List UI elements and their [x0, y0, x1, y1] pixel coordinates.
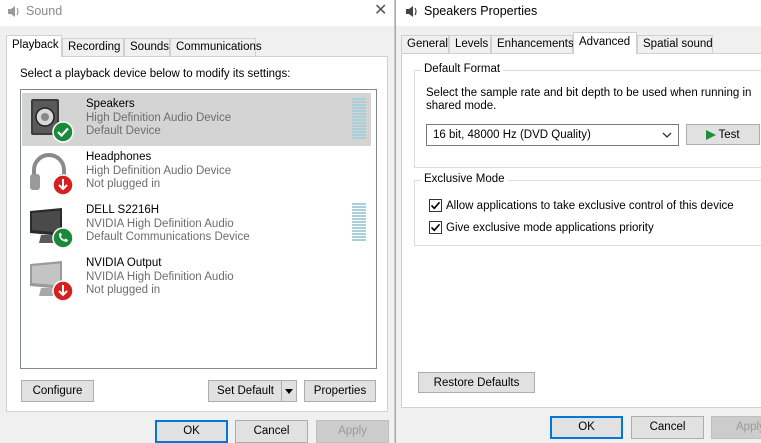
play-icon — [706, 130, 716, 140]
allow-exclusive-checkbox[interactable] — [429, 199, 442, 212]
check-badge-icon — [52, 121, 74, 143]
set-default-dropdown[interactable] — [281, 380, 297, 402]
format-select[interactable]: 16 bit, 48000 Hz (DVD Quality) — [426, 124, 679, 146]
tab-spatial-sound[interactable]: Spatial sound — [637, 35, 713, 54]
format-selected-value: 16 bit, 48000 Hz (DVD Quality) — [433, 129, 591, 141]
set-default-button[interactable]: Set Default — [208, 380, 283, 402]
tab-recording[interactable]: Recording — [62, 38, 124, 57]
properties-button[interactable]: Properties — [304, 380, 376, 402]
device-name: DELL S2216H — [86, 204, 160, 216]
device-status: Default Device — [86, 125, 161, 137]
cancel-button[interactable]: Cancel — [235, 420, 308, 443]
exclusive-priority-label[interactable]: Give exclusive mode applications priorit… — [446, 222, 654, 234]
list-item[interactable]: NVIDIA Output NVIDIA High Definition Aud… — [22, 252, 371, 305]
device-status: Default Communications Device — [86, 231, 250, 243]
level-meter — [352, 98, 366, 140]
default-format-description: Select the sample rate and bit depth to … — [426, 87, 752, 112]
tab-sounds[interactable]: Sounds — [124, 38, 170, 57]
ok-button[interactable]: OK — [155, 420, 228, 443]
tab-enhancements[interactable]: Enhancements — [491, 35, 574, 54]
sound-tabs: Playback Recording Sounds Communications — [6, 35, 386, 57]
checkmark-icon — [430, 201, 441, 210]
list-item[interactable]: Speakers High Definition Audio Device De… — [22, 93, 371, 146]
speakers-properties-window: Speakers Properties General Levels Enhan… — [395, 0, 761, 443]
restore-defaults-button[interactable]: Restore Defaults — [418, 372, 535, 393]
sound-window: Sound ✕ Playback Recording Sounds Commun… — [0, 0, 395, 443]
speaker-icon — [8, 6, 19, 17]
device-list[interactable]: Speakers High Definition Audio Device De… — [20, 89, 377, 369]
instruction-text: Select a playback device below to modify… — [20, 68, 291, 80]
configure-button[interactable]: Configure — [21, 380, 94, 402]
phone-badge-icon — [52, 227, 74, 249]
default-format-heading: Default Format — [421, 63, 504, 75]
level-meter — [352, 203, 366, 242]
device-status: Not plugged in — [86, 178, 161, 190]
device-name: NVIDIA Output — [86, 257, 162, 269]
list-item[interactable]: DELL S2216H NVIDIA High Definition Audio… — [22, 199, 371, 252]
tab-playback[interactable]: Playback — [6, 35, 62, 57]
device-name: Speakers — [86, 98, 135, 110]
unplugged-badge-icon — [52, 280, 74, 302]
tab-levels[interactable]: Levels — [449, 35, 491, 54]
ok-button[interactable]: OK — [550, 416, 623, 439]
allow-exclusive-label[interactable]: Allow applications to take exclusive con… — [446, 200, 734, 212]
tab-communications[interactable]: Communications — [170, 38, 262, 57]
device-status: Not plugged in — [86, 284, 161, 296]
properties-tabs: General Levels Enhancements Advanced Spa… — [401, 32, 761, 54]
exclusive-mode-group: Exclusive Mode Allow applications to tak… — [414, 173, 761, 246]
unplugged-badge-icon — [52, 174, 74, 196]
chevron-down-icon — [285, 389, 293, 394]
apply-button[interactable]: Apply — [316, 420, 389, 443]
device-name: Headphones — [86, 151, 152, 163]
advanced-panel: Default Format Select the sample rate an… — [401, 53, 761, 408]
speaker-icon — [406, 6, 417, 17]
device-description: NVIDIA High Definition Audio — [86, 218, 234, 230]
tab-advanced[interactable]: Advanced — [573, 32, 637, 54]
chevron-down-icon — [662, 132, 672, 138]
default-format-group: Default Format Select the sample rate an… — [414, 63, 761, 168]
device-description: High Definition Audio Device — [86, 165, 232, 177]
sound-titlebar: Sound ✕ — [0, 0, 394, 26]
close-icon[interactable]: ✕ — [374, 2, 387, 20]
checkmark-icon — [430, 223, 441, 232]
cancel-button[interactable]: Cancel — [631, 416, 704, 439]
properties-title: Speakers Properties — [424, 4, 538, 18]
test-button-label: Test — [718, 129, 740, 141]
exclusive-priority-checkbox[interactable] — [429, 221, 442, 234]
apply-button[interactable]: Apply — [711, 416, 761, 439]
exclusive-mode-heading: Exclusive Mode — [421, 173, 508, 185]
device-description: High Definition Audio Device — [86, 112, 232, 124]
test-button[interactable]: Test — [686, 124, 760, 145]
list-item[interactable]: Headphones High Definition Audio Device … — [22, 146, 371, 199]
tab-general[interactable]: General — [401, 35, 449, 54]
sound-title: Sound — [26, 4, 63, 18]
properties-titlebar: Speakers Properties — [396, 0, 761, 26]
playback-panel: Select a playback device below to modify… — [6, 56, 388, 412]
device-description: NVIDIA High Definition Audio — [86, 271, 234, 283]
